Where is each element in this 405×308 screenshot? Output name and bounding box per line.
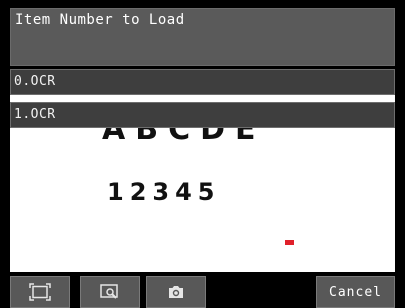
screen-frame: ABCDE 12345 Item Number to Load 0.OCR 1.… <box>0 0 405 308</box>
list-item-0-ocr[interactable]: 0.OCR <box>10 69 395 95</box>
cancel-button[interactable]: Cancel <box>316 276 395 308</box>
zoom-icon <box>100 284 120 300</box>
fit-to-screen-icon <box>29 283 51 301</box>
zoom-button[interactable] <box>80 276 140 308</box>
image-text-digits: 12345 <box>107 178 221 206</box>
red-marker <box>285 240 294 245</box>
list-item-1-ocr[interactable]: 1.OCR <box>10 102 395 128</box>
camera-icon <box>167 284 185 300</box>
dialog-title: Item Number to Load <box>15 12 185 28</box>
dialog-title-bar: Item Number to Load <box>10 8 395 66</box>
fit-to-screen-button[interactable] <box>10 276 70 308</box>
capture-button[interactable] <box>146 276 206 308</box>
